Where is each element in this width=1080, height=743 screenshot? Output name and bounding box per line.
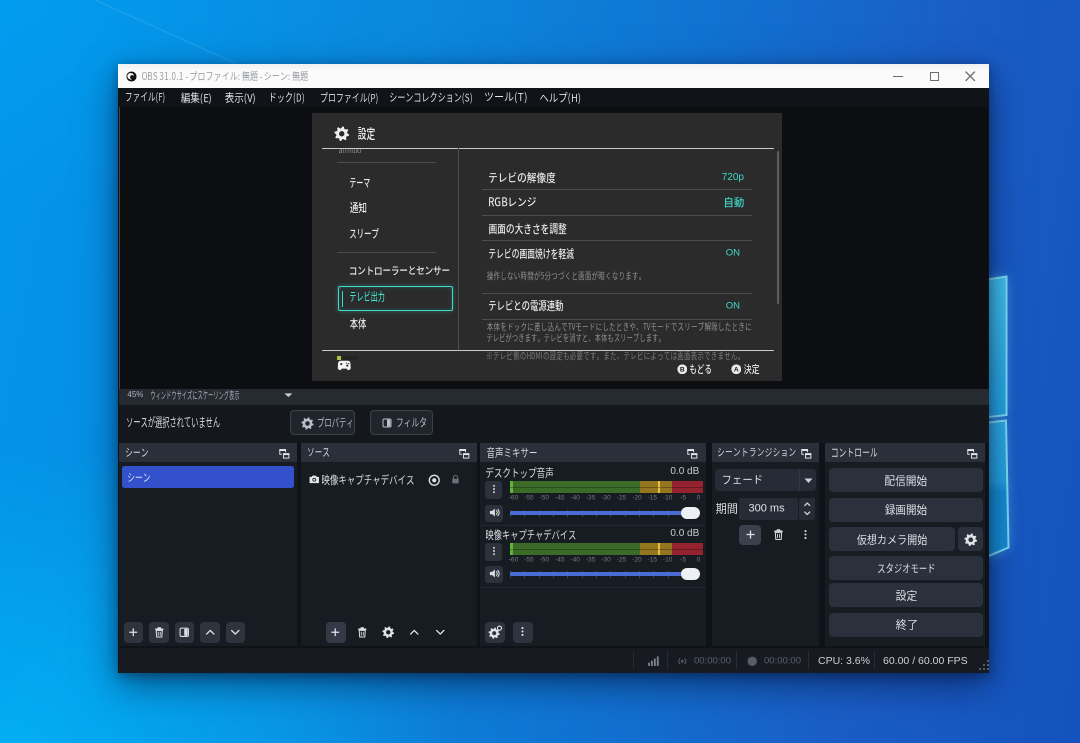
svg-text:A: A: [734, 366, 739, 373]
svg-text:B: B: [680, 366, 685, 373]
